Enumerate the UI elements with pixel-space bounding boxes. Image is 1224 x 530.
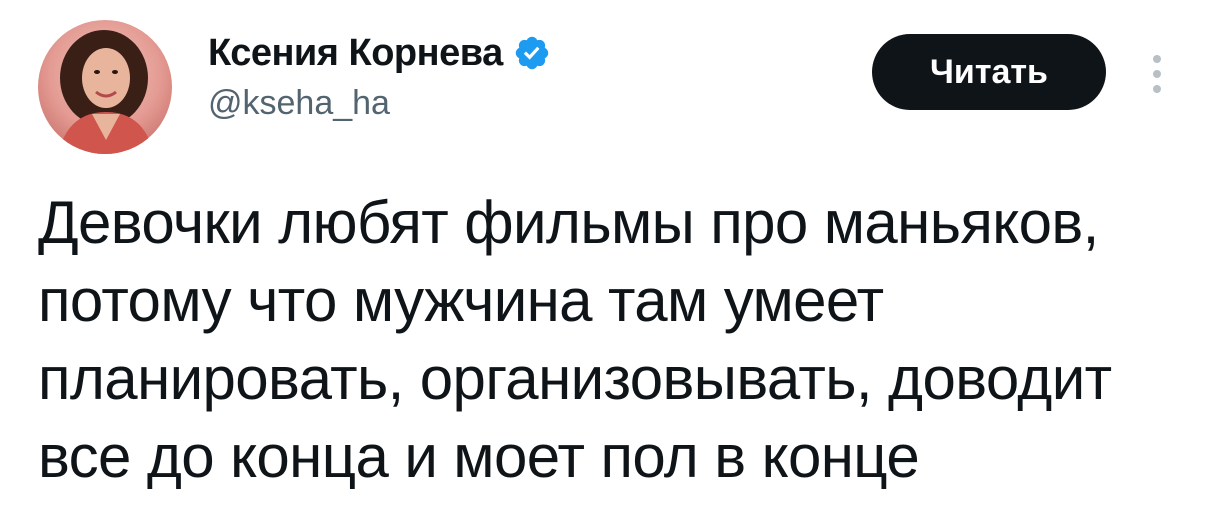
- tweet-text-line: Девочки любят фильмы про маньяков,: [38, 189, 1099, 256]
- author-name-row: Ксения Корнева: [208, 30, 551, 76]
- author-display-name[interactable]: Ксения Корнева: [208, 32, 503, 75]
- verified-badge-icon: [513, 34, 551, 72]
- follow-button[interactable]: Читать: [872, 34, 1106, 110]
- tweet-text-line: все до конца и моет пол в конце: [38, 423, 920, 490]
- tweet-text-line: потому что мужчина там умеет: [38, 267, 884, 334]
- author-avatar[interactable]: [38, 20, 172, 154]
- more-options-icon[interactable]: [1138, 46, 1176, 102]
- tweet-text: Девочки любят фильмы про маньяков, потом…: [38, 184, 1198, 496]
- tweet-card: Ксения Корнева @kseha_ha Читать Девочки …: [0, 0, 1224, 530]
- author-handle[interactable]: @kseha_ha: [208, 84, 390, 123]
- tweet-text-line: планировать, организовывать, доводит: [38, 345, 1112, 412]
